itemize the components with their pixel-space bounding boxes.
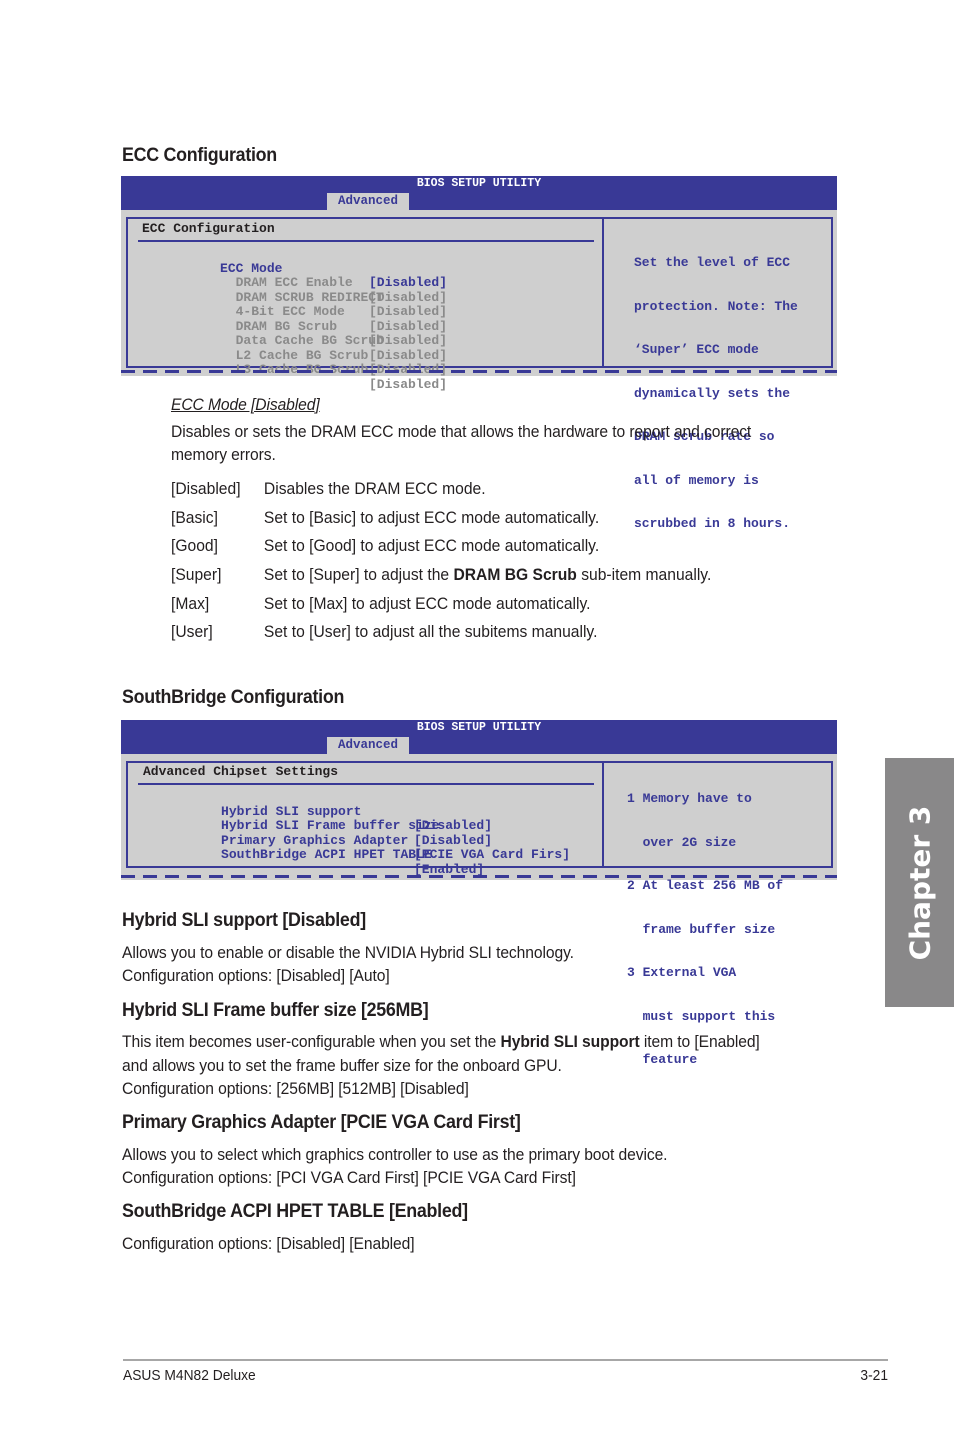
bios-header: BIOS SETUP UTILITY Advanced — [121, 176, 837, 210]
chapter-label: Chapter 3 — [903, 805, 936, 960]
ecc-section-title: ECC Configuration — [122, 145, 277, 166]
help-line: 3 External VGA — [627, 965, 737, 980]
bios-panel-title: ECC Configuration — [142, 221, 275, 236]
tab-advanced[interactable]: Advanced — [327, 737, 409, 754]
bios-panel-frame: Advanced Chipset Settings Hybrid SLI sup… — [126, 761, 833, 1067]
option-key: [Super] — [171, 565, 222, 584]
bios-title: BIOS SETUP UTILITY — [416, 177, 542, 190]
help-line: protection. Note: The — [634, 298, 798, 314]
ecc-mode-heading: ECC Mode [Disabled] — [171, 395, 320, 414]
tab-advanced[interactable]: Advanced — [327, 193, 409, 210]
option-desc: Set to [User] to adjust all the subitems… — [263, 622, 598, 641]
option-key: [Basic] — [171, 508, 218, 527]
help-line: scrubbed in 8 hours. — [634, 516, 791, 531]
help-line: over 2G size — [627, 834, 737, 850]
bios-bottom-dashes — [121, 875, 837, 878]
option-key: [Good] — [171, 536, 218, 555]
bios-item-value: [PCIE VGA Card Firs] — [414, 847, 571, 862]
bios-panel-rule — [138, 783, 594, 785]
option-desc: Disables the DRAM ECC mode. — [263, 479, 486, 498]
help-line: must support this — [627, 1008, 776, 1024]
footer-page-number: 3-21 — [860, 1367, 888, 1384]
footer-product-name: ASUS M4N82 Deluxe — [123, 1367, 256, 1384]
desc-bold: Hybrid SLI support — [500, 1032, 640, 1051]
option-desc: Set to [Super] to adjust the DRAM BG Scr… — [264, 565, 711, 585]
bios-title: BIOS SETUP UTILITY — [416, 721, 542, 734]
hybrid-sli-support-desc: Allows you to enable or disable the NVID… — [122, 943, 574, 962]
bios-header: BIOS SETUP UTILITY Advanced — [121, 720, 837, 754]
southbridge-section-title: SouthBridge Configuration — [122, 687, 345, 708]
option-desc: Set to [Good] to adjust ECC mode automat… — [263, 536, 600, 555]
ecc-bios-screen: BIOS SETUP UTILITY Advanced ECC Configur… — [121, 176, 837, 531]
southbridge-settings-list: Hybrid SLI support [Disabled] Hybrid SLI… — [143, 790, 570, 877]
ecc-mode-description-2: memory errors. — [171, 445, 276, 464]
hybrid-sli-frame-buffer-desc-2: and allows you to set the frame buffer s… — [122, 1056, 562, 1075]
hybrid-sli-frame-buffer-heading: Hybrid SLI Frame buffer size [256MB] — [122, 1000, 429, 1021]
primary-graphics-adapter-options: Configuration options: [PCI VGA Card Fir… — [122, 1168, 576, 1187]
help-line: 2 At least 256 MB of — [627, 878, 784, 893]
bios-item-value: [Disabled] — [369, 347, 448, 363]
footer-rule — [123, 1359, 888, 1361]
option-key: [Disabled] — [171, 479, 241, 498]
option-key: [Max] — [171, 594, 210, 613]
option-desc-text: Set to [Super] to adjust the — [263, 565, 454, 584]
bios-item-value: [Disabled] — [369, 304, 448, 319]
help-line: all of memory is — [634, 472, 759, 488]
hybrid-sli-support-options: Configuration options: [Disabled] [Auto] — [122, 966, 390, 985]
hybrid-sli-frame-buffer-options: Configuration options: [256MB] [512MB] [… — [122, 1079, 469, 1098]
help-line: feature — [627, 1052, 698, 1067]
primary-graphics-adapter-heading: Primary Graphics Adapter [PCIE VGA Card … — [122, 1112, 521, 1133]
bios-panel-divider — [602, 763, 604, 866]
bios-panel-rule — [138, 240, 594, 242]
option-key: [User] — [171, 622, 213, 641]
desc-text: This item becomes user-configurable when… — [122, 1032, 501, 1051]
acpi-hpet-table-heading: SouthBridge ACPI HPET TABLE [Enabled] — [122, 1201, 468, 1222]
help-line: 1 Memory have to — [627, 791, 752, 806]
help-line: ‘Super’ ECC mode — [634, 342, 759, 357]
hybrid-sli-frame-buffer-desc-1: This item becomes user-configurable when… — [122, 1030, 760, 1053]
option-desc-text: sub-item manually. — [576, 565, 712, 584]
bios-bottom-dashes — [121, 370, 837, 373]
bios-panel-frame: ECC Configuration ECC Mode [Disabled] DR… — [126, 217, 833, 531]
primary-graphics-adapter-desc: Allows you to select which graphics cont… — [122, 1145, 668, 1164]
help-line: dynamically sets the — [634, 385, 791, 401]
option-desc-bold: DRAM BG Scrub — [453, 565, 577, 584]
desc-text: item to [Enabled] — [639, 1032, 760, 1051]
option-desc: Set to [Max] to adjust ECC mode automati… — [263, 594, 591, 613]
acpi-hpet-table-options: Configuration options: [Disabled] [Enabl… — [122, 1234, 415, 1253]
bios-item-label: SouthBridge ACPI HPET TABLE — [221, 847, 432, 862]
bios-panel-title: Advanced Chipset Settings — [143, 764, 339, 779]
bios-help-text: Set the level of ECC protection. Note: T… — [634, 227, 798, 561]
bios-item-acpi-hpet-table[interactable]: SouthBridge ACPI HPET TABLE [Enabled] — [143, 834, 484, 892]
help-line: frame buffer size — [627, 921, 776, 937]
bios-panel-divider — [602, 219, 604, 366]
chapter-tab: Chapter 3 — [885, 758, 954, 1007]
help-line: Set the level of ECC — [634, 255, 791, 270]
ecc-mode-description-1: Disables or sets the DRAM ECC mode that … — [171, 422, 752, 441]
option-desc: Set to [Basic] to adjust ECC mode automa… — [263, 508, 600, 527]
hybrid-sli-support-heading: Hybrid SLI support [Disabled] — [122, 910, 366, 931]
southbridge-bios-screen: BIOS SETUP UTILITY Advanced Advanced Chi… — [121, 720, 837, 1067]
bios-item-value: [Disabled] — [369, 376, 448, 392]
